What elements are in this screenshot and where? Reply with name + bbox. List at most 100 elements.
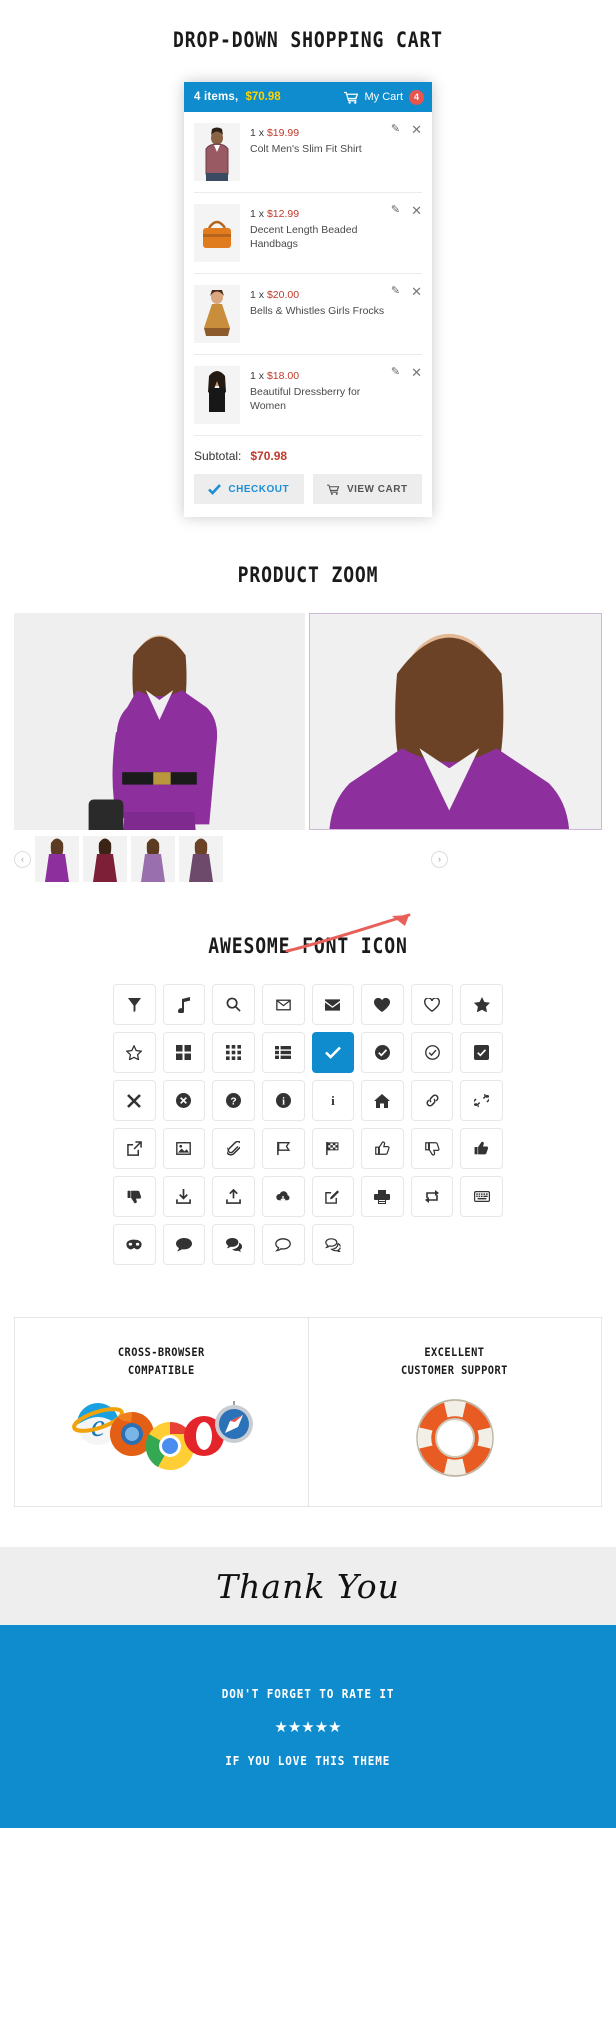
carousel-thumb[interactable] <box>35 836 79 882</box>
cart-count-badge: 4 <box>409 89 424 105</box>
cart-item-row: 1 x $18.00 Beautiful Dressberry for Wome… <box>194 355 422 436</box>
star-outline-icon[interactable] <box>113 1032 156 1073</box>
edit-square-icon[interactable] <box>311 1176 355 1217</box>
grid-small-icon[interactable] <box>212 1032 255 1073</box>
cart-item-name: Decent Length Beaded Handbags <box>250 224 358 251</box>
icon-grid: ? i i <box>113 984 503 1265</box>
heart-outline-icon[interactable] <box>410 984 454 1025</box>
feature-title: EXCELLENT CUSTOMER SUPPORT <box>401 1344 508 1380</box>
check-icon[interactable] <box>311 1032 355 1073</box>
cart-items-count: 4 items, <box>194 91 239 103</box>
link-icon[interactable] <box>410 1080 454 1121</box>
checkout-button[interactable]: CHECKOUT <box>194 474 304 504</box>
question-circle-icon[interactable]: ? <box>212 1080 255 1121</box>
thumbs-down-outline-icon[interactable] <box>410 1128 454 1169</box>
product-thumbnail[interactable] <box>194 285 240 343</box>
pencil-icon[interactable]: ✎ <box>391 367 400 378</box>
check-circle-filled-icon[interactable] <box>361 1032 404 1073</box>
grid-large-icon[interactable] <box>162 1032 206 1073</box>
image-icon[interactable] <box>162 1128 206 1169</box>
carousel-next-button[interactable]: › <box>431 850 448 868</box>
chain-broken-icon[interactable] <box>460 1080 503 1121</box>
product-zoom-section: PRODUCT ZOOM ‹ › <box>0 517 616 953</box>
close-icon[interactable]: ✕ <box>411 366 422 379</box>
pencil-icon[interactable]: ✎ <box>391 124 400 135</box>
download-icon[interactable] <box>162 1176 206 1217</box>
cart-item-actions: ✎ ✕ <box>391 123 422 136</box>
search-icon[interactable] <box>212 984 255 1025</box>
close-icon[interactable]: ✕ <box>411 285 422 298</box>
retweet-icon[interactable] <box>410 1176 454 1217</box>
feature-title-line1: EXCELLENT <box>424 1345 485 1359</box>
product-thumbnail[interactable] <box>194 123 240 181</box>
product-thumbnail-carousel: ‹ › <box>0 836 616 882</box>
cart-item-row: 1 x $12.99 Decent Length Beaded Handbags… <box>194 193 422 274</box>
svg-text:i: i <box>282 1096 285 1107</box>
my-cart-label: My Cart <box>364 91 404 103</box>
thumbs-down-filled-icon[interactable] <box>113 1176 156 1217</box>
info-icon[interactable]: i <box>311 1080 355 1121</box>
cart-header-total: $70.98 <box>245 91 281 103</box>
info-circle-filled-icon[interactable]: i <box>261 1080 305 1121</box>
heart-filled-icon[interactable] <box>361 984 404 1025</box>
flag-outline-icon[interactable] <box>261 1128 305 1169</box>
cloud-download-icon[interactable] <box>261 1176 305 1217</box>
pencil-icon[interactable]: ✎ <box>391 205 400 216</box>
cart-item-actions: ✎ ✕ <box>391 204 422 217</box>
envelope-filled-icon[interactable] <box>311 984 355 1025</box>
home-icon[interactable] <box>361 1080 404 1121</box>
filter-funnel-icon[interactable] <box>113 984 156 1025</box>
cart-action-buttons: CHECKOUT VIEW CART <box>194 474 422 517</box>
thumbs-up-filled-icon[interactable] <box>460 1128 503 1169</box>
love-theme-text: IF YOU LOVE THIS THEME <box>225 1752 391 1768</box>
print-icon[interactable] <box>361 1176 404 1217</box>
cart-header-right[interactable]: My Cart 4 <box>343 89 424 105</box>
checkout-label: CHECKOUT <box>228 483 290 495</box>
lifebuoy-icon <box>411 1396 499 1486</box>
external-link-icon[interactable] <box>113 1128 156 1169</box>
cart-item-actions: ✎ ✕ <box>391 366 422 379</box>
cart-item-actions: ✎ ✕ <box>391 285 422 298</box>
comment-outline-icon[interactable] <box>261 1224 305 1265</box>
times-circle-icon[interactable] <box>162 1080 206 1121</box>
product-zoomed-image[interactable] <box>309 613 602 830</box>
pencil-icon[interactable]: ✎ <box>391 286 400 297</box>
close-icon[interactable]: ✕ <box>411 123 422 136</box>
rate-it-text: DON'T FORGET TO RATE IT <box>221 1685 395 1701</box>
cart-section-title: DROP-DOWN SHOPPING CART <box>173 28 443 52</box>
close-icon[interactable]: ✕ <box>411 204 422 217</box>
music-note-icon[interactable] <box>162 984 206 1025</box>
check-circle-outline-icon[interactable] <box>410 1032 454 1073</box>
list-icon[interactable] <box>261 1032 305 1073</box>
upload-icon[interactable] <box>212 1176 255 1217</box>
times-icon[interactable] <box>113 1080 156 1121</box>
subtotal-label: Subtotal: <box>194 449 242 463</box>
product-thumbnail[interactable] <box>194 204 240 262</box>
thumbs-up-outline-icon[interactable] <box>361 1128 404 1169</box>
view-cart-button[interactable]: VIEW CART <box>312 474 422 504</box>
carousel-thumb[interactable] <box>83 836 127 882</box>
star-rating[interactable]: ★★★★★ <box>274 1718 341 1736</box>
mask-icon[interactable] <box>113 1224 156 1265</box>
carousel-prev-button[interactable]: ‹ <box>14 850 31 868</box>
check-square-icon[interactable] <box>460 1032 503 1073</box>
cart-subtotal: Subtotal: $70.98 <box>194 436 422 474</box>
product-main-image[interactable] <box>14 613 305 830</box>
comments-filled-icon[interactable] <box>212 1224 255 1265</box>
comments-outline-icon[interactable] <box>311 1224 355 1265</box>
paperclip-icon[interactable] <box>212 1128 255 1169</box>
keyboard-icon[interactable] <box>460 1176 503 1217</box>
cart-item-name: Colt Men's Slim Fit Shirt <box>250 143 362 155</box>
flag-checkered-icon[interactable] <box>311 1128 355 1169</box>
envelope-outline-icon[interactable] <box>261 984 305 1025</box>
browser-logos-icon: e <box>66 1396 256 1486</box>
product-thumbnail[interactable] <box>194 366 240 424</box>
star-filled-icon[interactable] <box>460 984 503 1025</box>
view-cart-label: VIEW CART <box>346 483 408 495</box>
feature-title-line2: CUSTOMER SUPPORT <box>401 1362 509 1377</box>
carousel-thumb[interactable] <box>179 836 223 882</box>
comment-filled-icon[interactable] <box>162 1224 206 1265</box>
carousel-thumb[interactable] <box>131 836 175 882</box>
thank-you-section: Thank You <box>0 1547 616 1625</box>
cart-section: DROP-DOWN SHOPPING CART 4 items, $70.98 … <box>0 0 616 517</box>
